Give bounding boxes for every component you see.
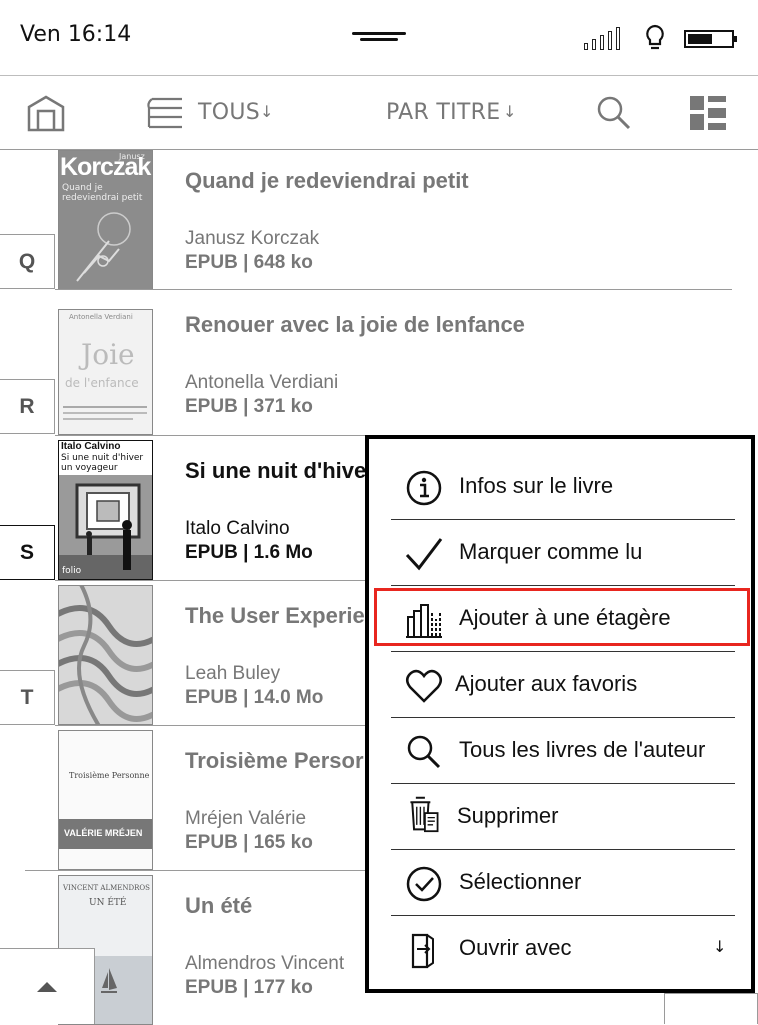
menu-item-label: Ajouter à une étagère <box>459 605 671 630</box>
cover-pattern <box>59 586 152 724</box>
filter-dropdown[interactable]: TOUS ↓ <box>146 94 286 134</box>
menu-divider <box>391 849 735 850</box>
heart-icon <box>406 669 442 703</box>
triangle-up-icon <box>37 982 57 992</box>
cover-illustration <box>76 212 131 282</box>
menu-item-add-favorite[interactable]: Ajouter aux favoris <box>391 653 735 719</box>
search-icon[interactable] <box>596 95 632 131</box>
scroll-up-button[interactable] <box>0 948 95 1024</box>
menu-item-label: Tous les livres de l'auteur <box>459 737 706 762</box>
search-icon <box>407 735 441 769</box>
index-letter[interactable]: Q <box>0 234 55 289</box>
bookshelf-icon <box>406 604 442 638</box>
library-toolbar: TOUS ↓ PAR TITRE ↓ <box>0 76 758 150</box>
arrow-down-icon[interactable]: ↓ <box>713 937 726 956</box>
book-title: Quand je redeviendrai petit <box>185 168 469 193</box>
book-author: Leah Buley <box>185 663 281 684</box>
book-cover: Troisième Personne VALÉRIE MRÉJEN <box>58 730 153 870</box>
book-author: Janusz Korczak <box>185 228 320 249</box>
battery-icon <box>684 30 737 48</box>
status-bar: Ven 16:14 <box>0 0 758 76</box>
clock: Ven 16:14 <box>20 22 132 47</box>
book-title: The User Experie <box>185 603 365 628</box>
menu-item-delete[interactable]: Supprimer <box>391 785 735 851</box>
sailboat-illustration <box>101 968 117 993</box>
filter-label: TOUS <box>198 100 261 125</box>
menu-divider <box>391 651 735 652</box>
book-author: Italo Calvino <box>185 518 290 539</box>
cover-photo <box>59 475 152 579</box>
book-meta: EPUB | 648 ko <box>185 252 313 273</box>
trash-icon <box>410 796 439 833</box>
book-cover: Janusz Korczak Quand je redeviendrai pet… <box>58 150 153 290</box>
signal-icon <box>584 26 628 50</box>
view-mode-icon[interactable] <box>690 96 726 130</box>
book-cover: Italo Calvino Si une nuit d'hiver un voy… <box>58 440 153 580</box>
book-author: Antonella Verdiani <box>185 372 339 393</box>
home-icon[interactable] <box>26 94 66 132</box>
sort-label: PAR TITRE <box>386 100 501 125</box>
book-author: Almendros Vincent <box>185 953 345 974</box>
circle-check-icon <box>406 866 442 902</box>
page-indicator-box <box>664 993 758 1024</box>
list-item[interactable]: Antonella Verdiani Joie de l'enfance R R… <box>0 290 758 435</box>
menu-item-select[interactable]: Sélectionner <box>391 851 735 917</box>
book-cover <box>58 585 153 725</box>
book-meta: EPUB | 177 ko <box>185 977 313 998</box>
info-icon <box>406 470 442 506</box>
book-title: Si une nuit d'hiver <box>185 458 375 483</box>
menu-item-label: Ouvrir avec <box>459 935 572 960</box>
menu-item-author-books[interactable]: Tous les livres de l'auteur <box>391 719 735 785</box>
menu-item-book-info[interactable]: Infos sur le livre <box>391 455 735 521</box>
open-with-icon <box>411 933 434 969</box>
menu-item-mark-read[interactable]: Marquer comme lu <box>391 521 735 587</box>
book-meta: EPUB | 1.6 Mo <box>185 542 313 563</box>
book-meta: EPUB | 165 ko <box>185 832 313 853</box>
menu-divider <box>391 783 735 784</box>
sort-dropdown[interactable]: PAR TITRE ↓ <box>386 94 526 134</box>
menu-item-label: Supprimer <box>457 803 559 828</box>
book-cover: Antonella Verdiani Joie de l'enfance <box>58 309 153 435</box>
menu-divider <box>391 519 735 520</box>
menu-item-label: Infos sur le livre <box>459 473 614 498</box>
index-letter[interactable]: S <box>0 525 55 580</box>
menu-item-label: Ajouter aux favoris <box>455 671 638 696</box>
frontlight-icon[interactable] <box>644 24 666 52</box>
arrow-down-icon: ↓ <box>260 102 274 121</box>
menu-divider <box>391 717 735 718</box>
index-letter[interactable]: T <box>0 670 55 725</box>
book-title: Troisième Persor <box>185 748 364 773</box>
context-menu: Infos sur le livre Marquer comme lu Ajou… <box>365 435 755 993</box>
book-title: Un été <box>185 893 253 918</box>
menu-item-label: Marquer comme lu <box>459 539 643 564</box>
list-item[interactable]: Janusz Korczak Quand je redeviendrai pet… <box>0 150 758 295</box>
pull-down-handle[interactable] <box>352 30 406 44</box>
arrow-down-icon: ↓ <box>503 102 517 121</box>
menu-item-open-with[interactable]: Ouvrir avec ↓ <box>391 917 735 983</box>
book-meta: EPUB | 371 ko <box>185 396 313 417</box>
menu-item-add-to-shelf[interactable]: Ajouter à une étagère <box>391 587 735 653</box>
index-letter[interactable]: R <box>0 379 55 434</box>
checkmark-icon <box>405 538 443 571</box>
books-stack-icon <box>147 97 182 129</box>
book-meta: EPUB | 14.0 Mo <box>185 687 324 708</box>
menu-divider <box>391 585 735 586</box>
menu-item-label: Sélectionner <box>459 869 582 894</box>
book-author: Mréjen Valérie <box>185 808 307 829</box>
menu-divider <box>391 915 735 916</box>
book-title: Renouer avec la joie de lenfance <box>185 312 525 337</box>
